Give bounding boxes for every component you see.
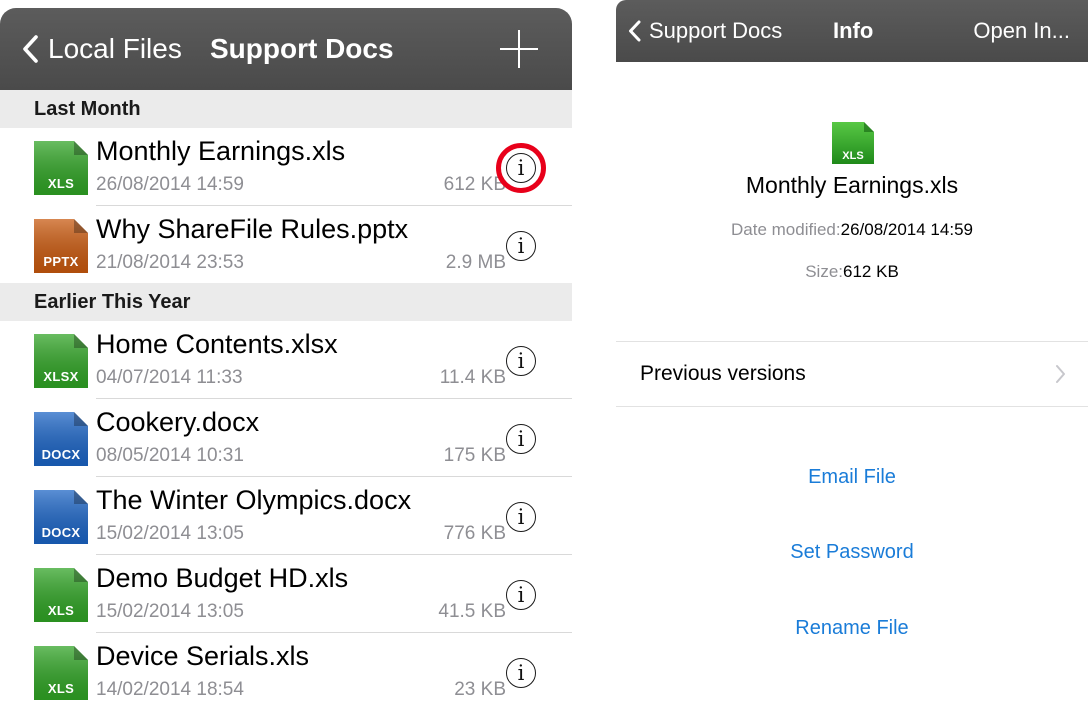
chevron-left-icon xyxy=(629,20,641,42)
page-title: Support Docs xyxy=(210,33,394,64)
info-icon[interactable]: i xyxy=(506,580,536,610)
file-name: Monthly Earnings.xls xyxy=(745,172,959,198)
date-modified-value: 26/08/2014 14:59 xyxy=(840,220,973,239)
file-row[interactable]: DOCX The Winter Olympics.docx 15/02/2014 1… xyxy=(0,477,572,555)
divider xyxy=(616,406,1088,407)
file-date: 26/08/2014 14:59 xyxy=(96,174,244,195)
file-row[interactable]: XLS Device Serials.xls 14/02/2014 18:54 23 … xyxy=(0,633,572,708)
file-date: 15/02/2014 13:05 xyxy=(96,523,244,544)
file-type-label: DOCX xyxy=(41,525,81,540)
file-size: 175 KB xyxy=(443,445,506,466)
chevron-left-icon xyxy=(23,35,38,63)
navigation-bar: Local Files Support Docs xyxy=(0,8,572,90)
file-type-label: XLS xyxy=(47,681,75,696)
file-row[interactable]: PPTX Why ShareFile Rules.pptx 21/08/2014 2… xyxy=(0,206,572,284)
file-date: 14/02/2014 18:54 xyxy=(96,679,244,700)
xls-file-icon: XLS xyxy=(34,568,88,622)
size-value: 612 KB xyxy=(843,262,899,281)
file-list-screen: Local Files Support Docs Last Month XLS Mo… xyxy=(0,0,572,708)
xls-file-icon: XLS xyxy=(34,646,88,700)
rename-file-button[interactable]: Rename File xyxy=(616,617,1088,640)
navigation-bar: Support Docs Info Open In... xyxy=(616,0,1088,62)
section-header: Earlier This Year xyxy=(0,283,572,321)
file-type-label: XLS xyxy=(47,603,75,618)
file-size: 41.5 KB xyxy=(438,601,506,622)
date-modified-label: Date modified: xyxy=(731,220,841,239)
set-password-button[interactable]: Set Password xyxy=(616,541,1088,564)
docx-file-icon: DOCX xyxy=(34,412,88,466)
xlsx-file-icon: XLSX xyxy=(34,334,88,388)
xls-file-icon: XLS xyxy=(34,141,88,195)
file-row[interactable]: XLSX Home Contents.xlsx 04/07/2014 11:33 11… xyxy=(0,321,572,399)
file-name: The Winter Olympics.docx xyxy=(96,485,412,515)
info-icon[interactable]: i xyxy=(506,658,536,688)
file-date: 08/05/2014 10:31 xyxy=(96,445,244,466)
docx-file-icon: DOCX xyxy=(34,490,88,544)
xls-file-icon: XLS xyxy=(832,122,874,164)
file-type-label: XLSX xyxy=(43,369,79,384)
back-button[interactable]: Local Files xyxy=(22,8,182,90)
file-date: 21/08/2014 23:53 xyxy=(96,252,244,273)
file-size: 612 KB xyxy=(443,174,506,195)
file-size: 23 KB xyxy=(454,679,506,700)
back-label: Support Docs xyxy=(649,18,783,43)
file-name: Cookery.docx xyxy=(96,407,260,437)
info-icon[interactable]: i xyxy=(506,231,536,261)
file-date: 15/02/2014 13:05 xyxy=(96,601,244,622)
file-row[interactable]: XLS Demo Budget HD.xls 15/02/2014 13:05 41.… xyxy=(0,555,572,633)
info-icon[interactable]: i xyxy=(506,502,536,532)
file-type-label: PPTX xyxy=(43,254,79,269)
file-size: 2.9 MB xyxy=(445,252,506,273)
file-type-label: XLS xyxy=(47,176,75,191)
previous-versions-row[interactable]: Previous versions xyxy=(616,342,1088,406)
file-date: 04/07/2014 11:33 xyxy=(96,367,243,388)
file-info-screen: Support Docs Info Open In... XLS Monthly… xyxy=(616,0,1088,708)
plus-icon[interactable] xyxy=(500,30,538,68)
file-name: Home Contents.xlsx xyxy=(96,329,338,359)
back-button[interactable]: Support Docs xyxy=(628,0,782,62)
file-type-label: XLS xyxy=(842,150,864,162)
file-name: Device Serials.xls xyxy=(96,641,310,671)
file-name: Demo Budget HD.xls xyxy=(96,563,349,593)
file-name: Monthly Earnings.xls xyxy=(96,136,346,166)
file-size: Size:612 KB xyxy=(616,262,1088,282)
file-row[interactable]: DOCX Cookery.docx 08/05/2014 10:31 175 KB i xyxy=(0,399,572,477)
section-header: Last Month xyxy=(0,90,572,128)
pptx-file-icon: PPTX xyxy=(34,219,88,273)
info-icon[interactable]: i xyxy=(506,346,536,376)
email-file-button[interactable]: Email File xyxy=(616,466,1088,489)
previous-versions-label: Previous versions xyxy=(640,362,806,385)
file-row[interactable]: XLS Monthly Earnings.xls 26/08/2014 14:59 6… xyxy=(0,128,572,206)
back-label: Local Files xyxy=(48,33,182,64)
size-label: Size: xyxy=(805,262,844,281)
info-icon[interactable]: i xyxy=(506,424,536,454)
highlight-circle xyxy=(496,143,546,193)
chevron-right-icon xyxy=(1056,365,1065,383)
date-modified: Date modified:26/08/2014 14:59 xyxy=(616,220,1088,240)
file-size: 776 KB xyxy=(443,523,506,544)
file-name: Why ShareFile Rules.pptx xyxy=(96,214,409,244)
file-type-label: DOCX xyxy=(41,447,81,462)
file-size: 11.4 KB xyxy=(439,367,506,388)
page-title: Info xyxy=(833,18,874,43)
open-in-button[interactable]: Open In... xyxy=(973,0,1070,62)
